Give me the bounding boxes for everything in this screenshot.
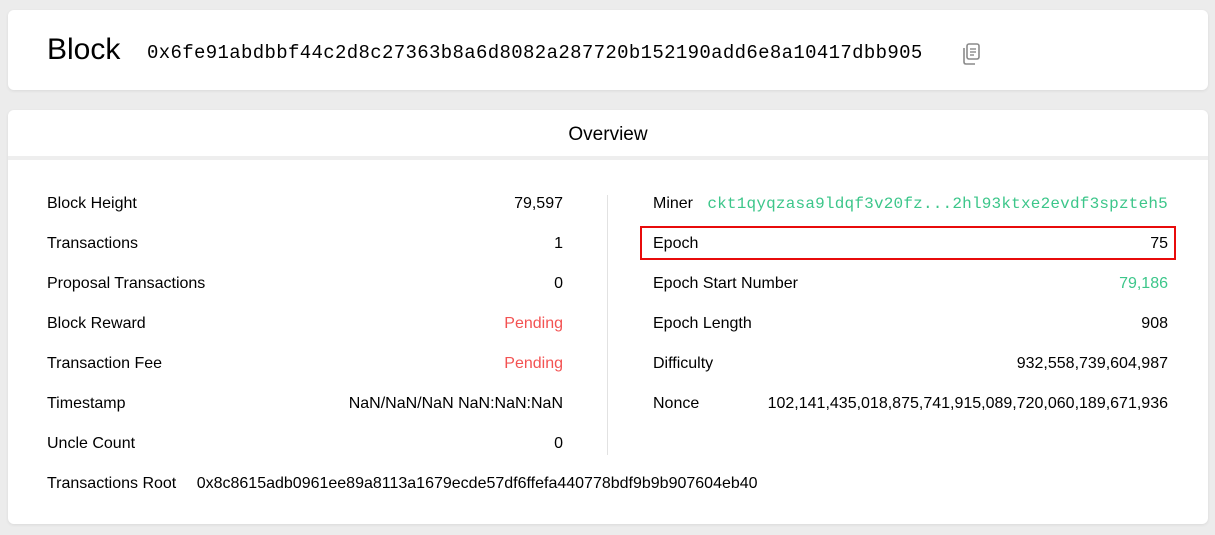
label-transactions-root: Transactions Root — [47, 475, 177, 492]
row-epoch: Epoch 75 — [653, 230, 1168, 270]
value-transactions-root: 0x8c8615adb0961ee89a8113a1679ecde57df6ff… — [196, 475, 758, 492]
row-miner: Miner ckt1qyqzasa9ldqf3v20fz...2hl93ktxe… — [653, 190, 1168, 230]
value-timestamp: NaN/NaN/NaN NaN:NaN:NaN — [348, 395, 563, 412]
row-difficulty: Difficulty 932,558,739,604,987 — [653, 350, 1168, 390]
epoch-start-number-link[interactable]: 79,186 — [1119, 270, 1168, 298]
row-block-reward: Block Reward Pending — [47, 310, 563, 350]
label-epoch-length: Epoch Length — [653, 315, 752, 332]
label-transaction-fee: Transaction Fee — [47, 355, 163, 372]
overview-title: Overview — [568, 124, 648, 145]
overview-header: Overview — [8, 110, 1208, 160]
value-block-reward: Pending — [504, 315, 563, 332]
row-timestamp: Timestamp NaN/NaN/NaN NaN:NaN:NaN — [47, 390, 563, 430]
label-block-height: Block Height — [47, 195, 137, 212]
value-nonce: 102,141,435,018,875,741,915,089,720,060,… — [767, 395, 1168, 412]
label-epoch-start-number: Epoch Start Number — [653, 275, 798, 292]
label-proposal-transactions: Proposal Transactions — [47, 275, 206, 292]
label-difficulty: Difficulty — [653, 355, 714, 372]
label-timestamp: Timestamp — [47, 395, 126, 412]
overview-right-column: Miner ckt1qyqzasa9ldqf3v20fz...2hl93ktxe… — [653, 190, 1168, 430]
overview-left-column: Block Height 79,597 Transactions 1 Propo… — [47, 190, 563, 470]
label-uncle-count: Uncle Count — [47, 435, 136, 452]
label-nonce: Nonce — [653, 395, 700, 412]
block-header-card: Block 0x6fe91abdbbf44c2d8c27363b8a6d8082… — [8, 10, 1208, 90]
row-transactions-root: Transactions Root 0x8c8615adb0961ee89a81… — [47, 470, 758, 498]
row-nonce: Nonce 102,141,435,018,875,741,915,089,72… — [653, 390, 1168, 430]
row-transactions: Transactions 1 — [47, 230, 563, 270]
block-hash: 0x6fe91abdbbf44c2d8c27363b8a6d8082a28772… — [147, 42, 923, 64]
row-epoch-start-number: Epoch Start Number 79,186 — [653, 270, 1168, 310]
column-divider — [607, 195, 608, 455]
value-uncle-count: 0 — [554, 435, 563, 452]
label-miner: Miner — [653, 195, 694, 212]
row-uncle-count: Uncle Count 0 — [47, 430, 563, 470]
value-epoch: 75 — [1150, 235, 1168, 252]
page-title: Block — [47, 33, 121, 66]
row-epoch-length: Epoch Length 908 — [653, 310, 1168, 350]
value-proposal-transactions: 0 — [554, 275, 563, 292]
miner-address-link[interactable]: ckt1qyqzasa9ldqf3v20fz...2hl93ktxe2evdf3… — [707, 190, 1168, 218]
value-transaction-fee: Pending — [504, 355, 563, 372]
value-block-height: 79,597 — [514, 195, 563, 212]
copy-icon[interactable] — [961, 43, 981, 65]
value-epoch-length: 908 — [1141, 315, 1168, 332]
label-transactions: Transactions — [47, 235, 138, 252]
label-epoch: Epoch — [653, 235, 699, 252]
label-block-reward: Block Reward — [47, 315, 146, 332]
row-proposal-transactions: Proposal Transactions 0 — [47, 270, 563, 310]
row-transaction-fee: Transaction Fee Pending — [47, 350, 563, 390]
row-block-height: Block Height 79,597 — [47, 190, 563, 230]
value-difficulty: 932,558,739,604,987 — [1016, 355, 1168, 372]
overview-card: Overview Block Height 79,597 Transaction… — [8, 110, 1208, 524]
value-transactions: 1 — [554, 235, 563, 252]
